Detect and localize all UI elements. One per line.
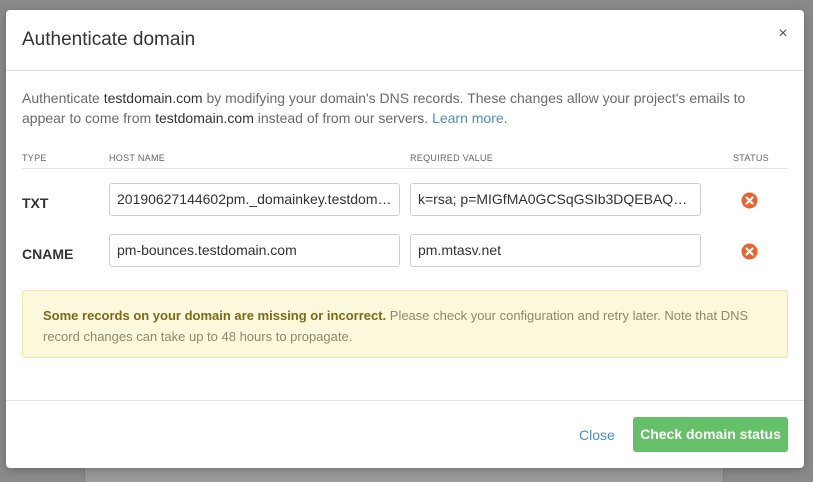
header-type: TYPE <box>22 153 47 163</box>
modal-body: Authenticate testdomain.com by modifying… <box>6 88 804 358</box>
required-value-field[interactable]: k=rsa; p=MIGfMA0GCSqGSIb3DQEBAQUAA4GNADC… <box>410 183 701 216</box>
dns-record-row-cname: CNAME pm-bounces.testdomain.com pm.mtasv… <box>22 230 788 281</box>
domain-name: testdomain.com <box>103 90 203 106</box>
header-host-name: HOST NAME <box>109 153 166 163</box>
dns-record-row-txt: TXT 20190627144602pm._domainkey.testdoma… <box>22 179 788 230</box>
intro-text-part: instead of from our servers. <box>253 110 433 126</box>
error-icon <box>741 243 758 265</box>
error-icon <box>741 192 758 214</box>
authenticate-domain-modal: Authenticate domain × Authenticate testd… <box>6 10 804 468</box>
host-name-field[interactable]: pm-bounces.testdomain.com <box>109 234 400 267</box>
close-icon[interactable]: × <box>776 26 790 42</box>
required-value-field[interactable]: pm.mtasv.net <box>410 234 701 267</box>
learn-more-link[interactable]: Learn more <box>432 110 504 126</box>
host-name-field[interactable]: 20190627144602pm._domainkey.testdomain.c… <box>109 183 400 216</box>
modal-header: Authenticate domain × <box>6 10 804 71</box>
domain-name: testdomain.com <box>155 110 254 126</box>
intro-text: Authenticate testdomain.com by modifying… <box>22 88 788 128</box>
dns-table-header: TYPE HOST NAME REQUIRED VALUE STATUS <box>22 149 788 169</box>
modal-footer: Close Check domain status <box>6 400 804 468</box>
close-button[interactable]: Close <box>579 427 615 443</box>
header-required-value: REQUIRED VALUE <box>410 153 494 163</box>
modal-title: Authenticate domain <box>22 29 196 50</box>
intro-text-part: Authenticate <box>22 90 104 106</box>
record-type: CNAME <box>22 246 74 262</box>
check-domain-status-button[interactable]: Check domain status <box>633 417 788 452</box>
alert-title: Some records on your domain are missing … <box>43 308 387 323</box>
intro-text-part: . <box>503 110 508 126</box>
warning-alert: Some records on your domain are missing … <box>22 290 788 358</box>
header-status: STATUS <box>733 153 769 163</box>
record-type: TXT <box>22 195 49 211</box>
